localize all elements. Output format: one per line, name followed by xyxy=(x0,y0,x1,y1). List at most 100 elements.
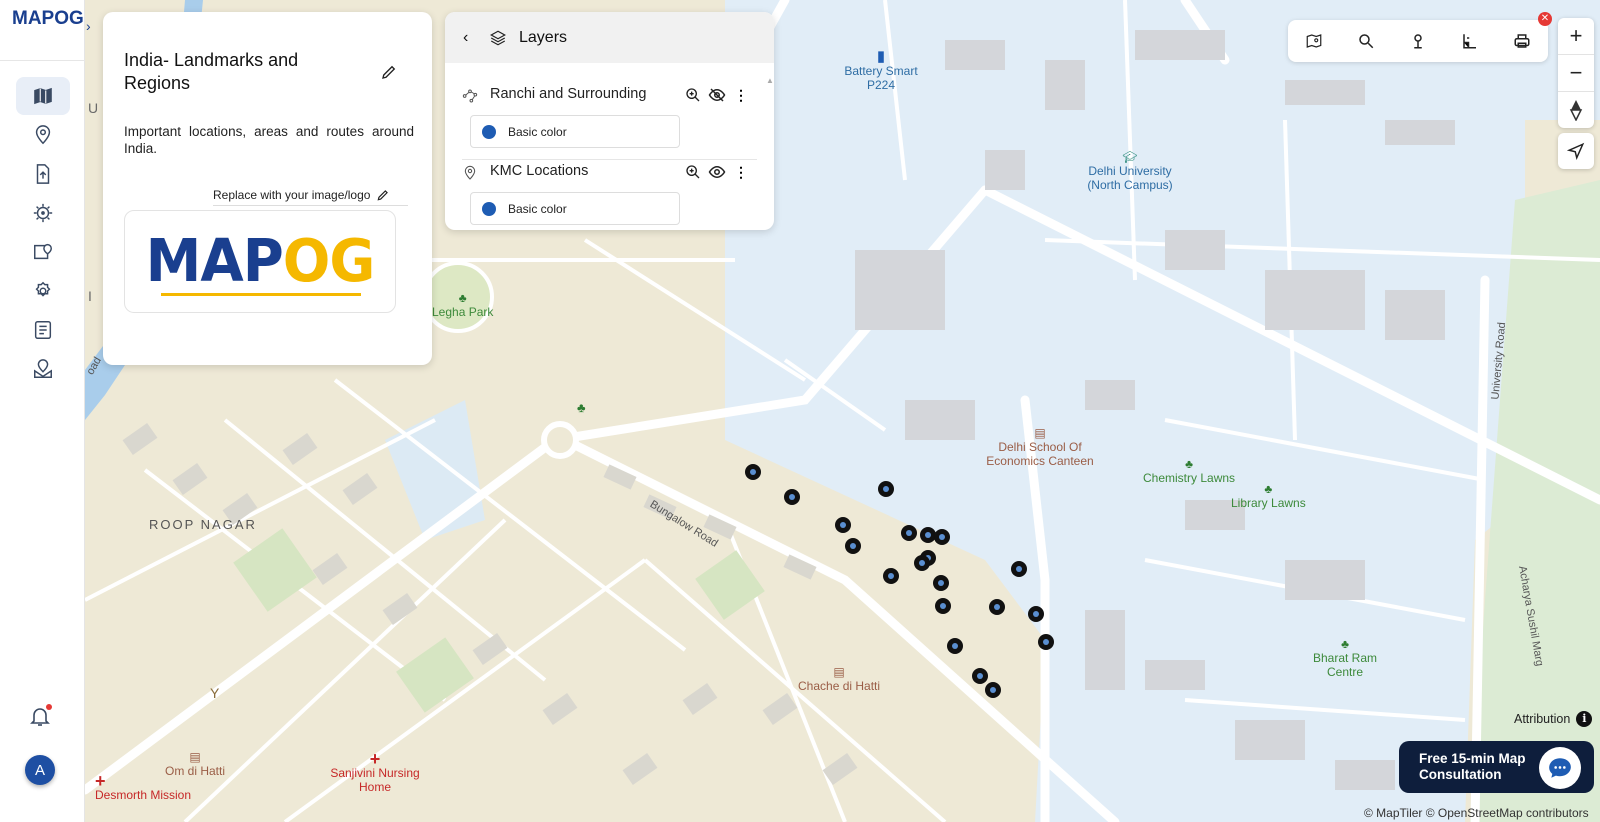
poi-mission[interactable]: + Desmorth Mission xyxy=(95,772,192,802)
kmc-location-marker[interactable] xyxy=(784,489,800,505)
poi-bharat-ram-label: Bharat Ram Centre xyxy=(1312,651,1378,679)
logo-underline xyxy=(161,293,361,296)
sidebar-item-map-data[interactable] xyxy=(16,233,70,271)
area-roop-nagar: ROOP NAGAR xyxy=(149,517,257,532)
replace-logo-label: Replace with your image/logo xyxy=(213,187,371,202)
layer-color-swatch xyxy=(482,201,496,216)
kmc-location-marker[interactable] xyxy=(878,481,894,497)
kmc-location-marker[interactable] xyxy=(835,517,851,533)
attribution-button[interactable]: Attribution i xyxy=(1514,711,1593,727)
more-vertical-icon[interactable]: ⋮ xyxy=(732,163,750,181)
navigate-arrow-icon[interactable] xyxy=(1558,133,1594,169)
expand-sidebar-chevron-icon[interactable]: › xyxy=(86,18,100,40)
poi-dse-canteen[interactable]: ▤ Delhi School Of Economics Canteen xyxy=(975,426,1105,468)
layer-name: Ranchi and Surrounding xyxy=(490,86,647,102)
zoom-to-layer-icon[interactable] xyxy=(684,86,702,104)
kmc-location-marker[interactable] xyxy=(985,682,1001,698)
kmc-location-marker[interactable] xyxy=(1038,634,1054,650)
layers-title: Layers xyxy=(519,28,568,46)
poi-sanjivini[interactable]: + Sanjivini Nursing Home xyxy=(330,749,420,794)
kmc-location-marker[interactable] xyxy=(934,529,950,545)
back-chevron-icon[interactable]: ‹ xyxy=(463,29,477,47)
tree-icon-5: ♣ xyxy=(1341,637,1349,651)
edit-pencil-icon-small xyxy=(377,189,389,200)
sidebar-item-reports[interactable] xyxy=(16,311,70,349)
map-pin-layer-icon xyxy=(34,243,52,260)
layer-row[interactable]: KMC Locations ⋮ Basic color xyxy=(445,151,774,229)
kmc-location-marker[interactable] xyxy=(933,575,949,591)
consultation-cta[interactable]: Free 15-min Map Consultation xyxy=(1399,741,1594,793)
app-logo[interactable]: MAPOG xyxy=(12,8,84,30)
kmc-location-marker[interactable] xyxy=(901,525,917,541)
layers-panel: ‹ Layers Ranchi and Surrounding ⋮ Basic … xyxy=(445,12,774,230)
checklist-icon xyxy=(34,321,52,339)
logo-image-box[interactable]: MAPOG xyxy=(124,210,396,313)
left-sidebar: MAPOG A xyxy=(0,0,85,822)
chat-icon[interactable] xyxy=(1539,747,1581,789)
university-icon: 🎓︎ xyxy=(1122,150,1138,164)
edit-pencil-icon[interactable] xyxy=(380,63,398,81)
layer-actions: ⋮ xyxy=(684,86,750,104)
eye-visible-icon[interactable] xyxy=(708,163,726,181)
compass-north-icon[interactable] xyxy=(1558,92,1594,128)
kmc-location-marker[interactable] xyxy=(935,598,951,614)
search-icon[interactable] xyxy=(1355,30,1377,52)
layer-style-selector[interactable]: Basic color xyxy=(470,192,680,225)
kmc-location-marker[interactable] xyxy=(883,568,899,584)
poi-delhi-university[interactable]: 🎓︎ Delhi University (North Campus) xyxy=(1075,150,1185,192)
layer-row[interactable]: Ranchi and Surrounding ⋮ Basic color xyxy=(445,74,774,152)
poi-battery-smart-label: Battery Smart P224 xyxy=(844,64,918,92)
notification-dot xyxy=(46,704,52,710)
scrollbar[interactable]: ▲ xyxy=(766,76,774,85)
layer-actions: ⋮ xyxy=(684,163,750,181)
layer-style-label: Basic color xyxy=(508,201,567,216)
poi-chemistry-lawns[interactable]: ♣ Chemistry Lawns xyxy=(1143,457,1235,485)
hospital-icon: + xyxy=(369,749,381,769)
kmc-location-marker[interactable] xyxy=(1011,561,1027,577)
line-layer-icon xyxy=(462,89,478,103)
close-toolbar-icon[interactable]: ✕ xyxy=(1538,12,1552,26)
sidebar-item-analysis[interactable] xyxy=(16,194,70,232)
print-icon[interactable] xyxy=(1511,30,1533,52)
sidebar-item-maps[interactable] xyxy=(16,77,70,115)
restaurant-icon-2: ▤ xyxy=(833,665,845,679)
pin-location-icon[interactable] xyxy=(1407,30,1429,52)
layer-style-selector[interactable]: Basic color xyxy=(470,115,680,148)
zoom-out-button[interactable]: − xyxy=(1558,55,1594,91)
tree-icon-2: ♣ xyxy=(577,400,586,415)
replace-logo-button[interactable]: Replace with your image/logo xyxy=(213,184,408,206)
poi-bharat-ram[interactable]: ♣ Bharat Ram Centre xyxy=(1305,637,1385,679)
kmc-location-marker[interactable] xyxy=(845,538,861,554)
kmc-location-marker[interactable] xyxy=(947,638,963,654)
layer-color-swatch xyxy=(482,124,496,139)
poi-chemistry-lawns-label: Chemistry Lawns xyxy=(1143,471,1236,485)
user-avatar[interactable]: A xyxy=(25,755,55,785)
eye-hidden-icon[interactable] xyxy=(708,86,726,104)
poi-sanjivini-label: Sanjivini Nursing Home xyxy=(330,766,420,794)
poi-mission-label: Desmorth Mission xyxy=(95,788,192,802)
poi-battery-smart[interactable]: ▮ Battery Smart P224 xyxy=(841,48,921,92)
sidebar-item-share[interactable] xyxy=(16,350,70,388)
map-view-icon[interactable] xyxy=(1303,30,1325,52)
kmc-location-marker[interactable] xyxy=(972,668,988,684)
info-icon: i xyxy=(1576,711,1593,727)
measure-ruler-icon[interactable] xyxy=(1459,30,1481,52)
kmc-location-marker[interactable] xyxy=(745,464,761,480)
poi-legha-park[interactable]: ♣ Legha Park xyxy=(432,291,493,319)
kmc-location-marker[interactable] xyxy=(989,599,1005,615)
fuel-icon: ▮ xyxy=(876,48,886,65)
poi-library-lawns[interactable]: ♣ Library Lawns xyxy=(1231,482,1306,510)
sidebar-item-settings[interactable] xyxy=(16,272,70,310)
zoom-in-button[interactable]: + xyxy=(1558,18,1594,54)
tree-icon-4: ♣ xyxy=(1264,482,1273,496)
bar-icon: Y xyxy=(210,685,220,701)
sidebar-item-upload[interactable] xyxy=(16,155,70,193)
poi-chache-di-hatti[interactable]: ▤ Chache di Hatti xyxy=(798,665,880,693)
poi-dse-canteen-label: Delhi School Of Economics Canteen xyxy=(986,440,1094,468)
more-vertical-icon[interactable]: ⋮ xyxy=(732,86,750,104)
kmc-location-marker[interactable] xyxy=(1028,606,1044,622)
app-root: ▮ Battery Smart P224 🎓︎ Delhi University… xyxy=(0,0,1600,822)
kmc-location-marker[interactable] xyxy=(914,555,930,571)
sidebar-item-add-point[interactable] xyxy=(16,116,70,154)
zoom-to-layer-icon[interactable] xyxy=(684,163,702,181)
